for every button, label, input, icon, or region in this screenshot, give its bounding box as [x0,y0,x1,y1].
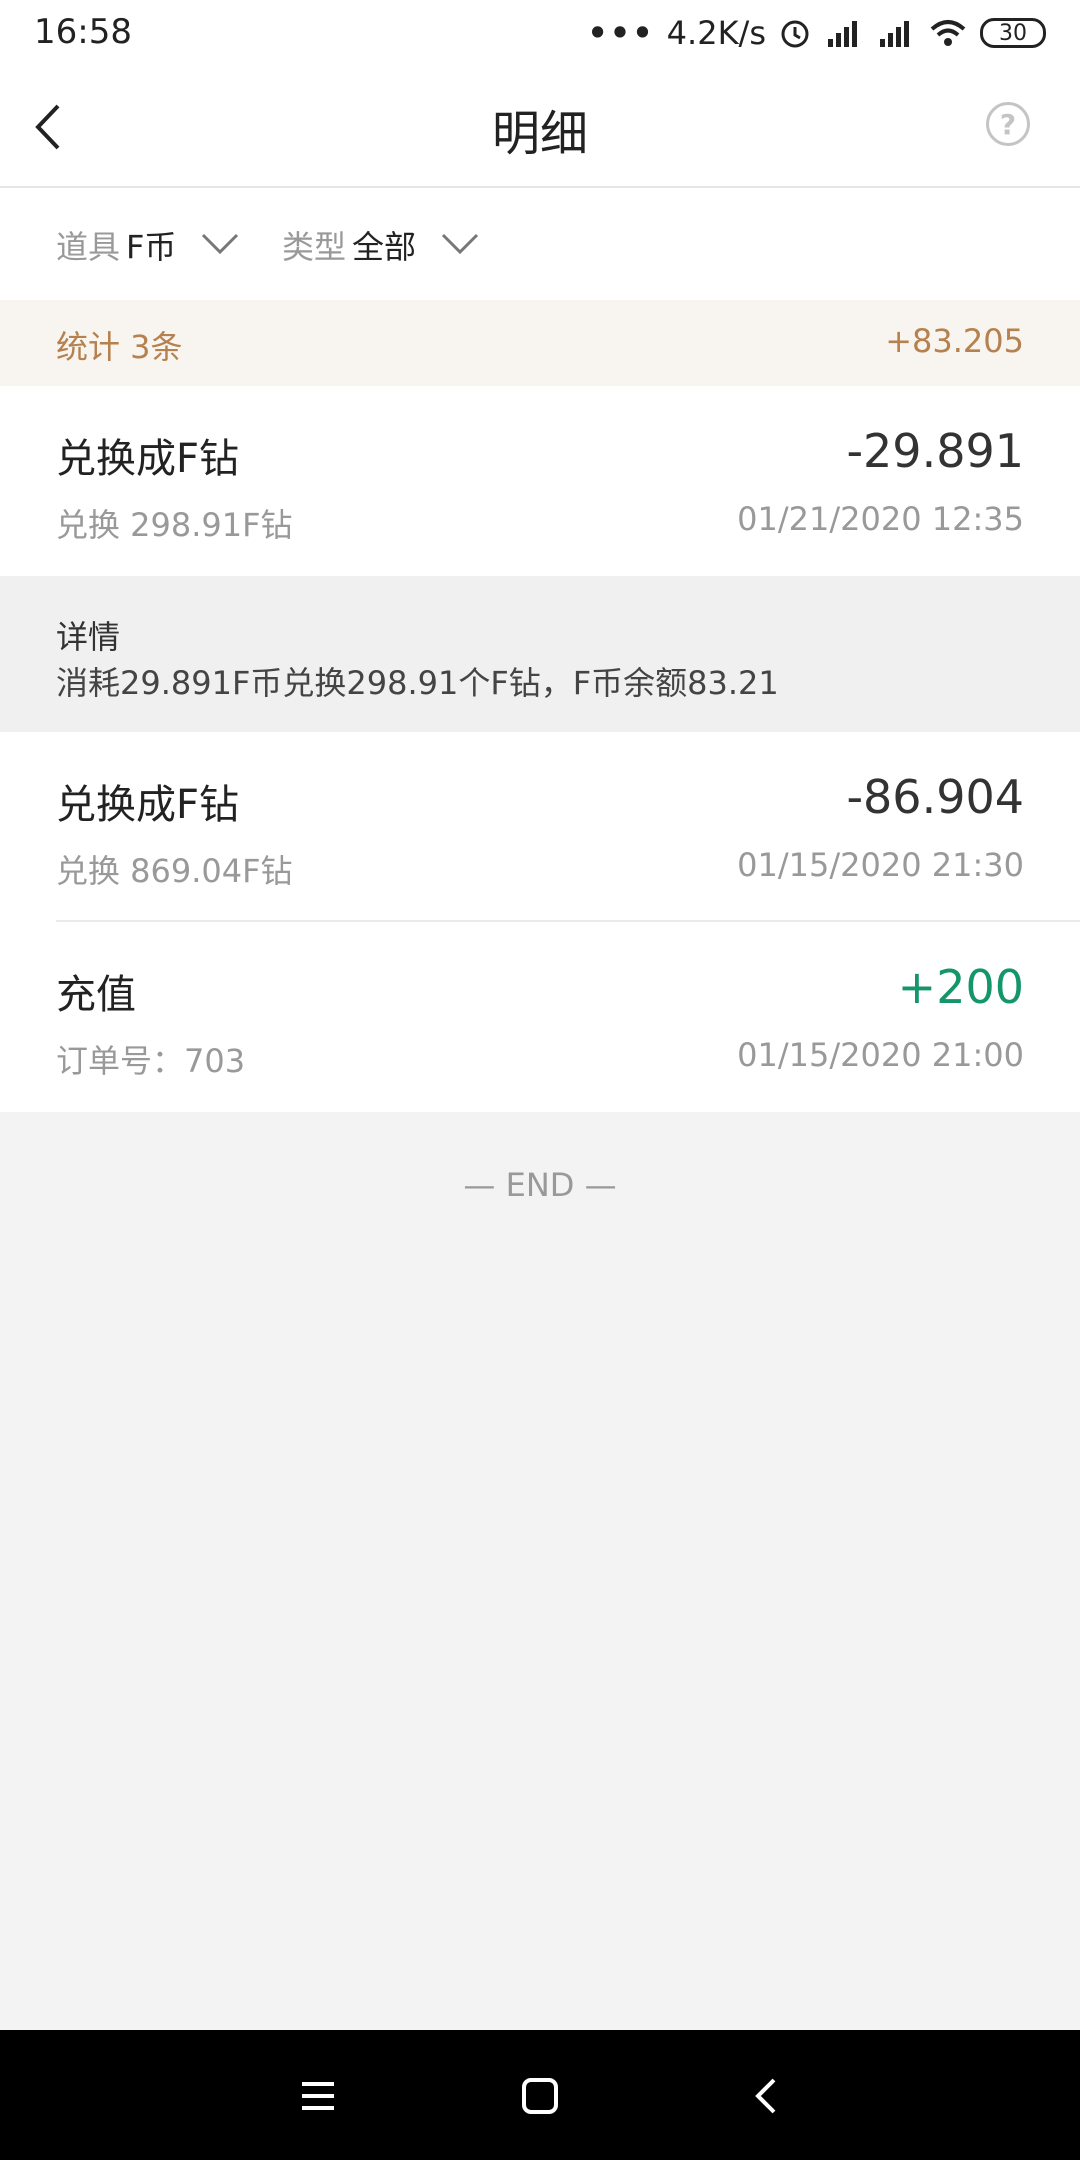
type-filter-dropdown[interactable]: 类型 全部 [282,222,480,268]
summary-bar: 统计 3条 +83.205 [0,300,1080,386]
record-subtitle: 兑换 298.91F钻 [56,506,293,544]
list-item[interactable]: 兑换成F钻 -29.891 兑换 298.91F钻 01/21/2020 12:… [0,386,1080,576]
record-title: 兑换成F钻 [56,436,240,482]
record-title: 兑换成F钻 [56,782,240,828]
status-icons: ••• 4.2K/s 30 [587,14,1046,52]
chevron-down-icon [176,226,240,264]
detail-label: 详情 [56,618,121,656]
item-filter-label: 道具 [56,228,121,266]
list-item[interactable]: 充值 +200 订单号：703 01/15/2020 21:00 [0,922,1080,1112]
battery-icon: 30 [980,18,1046,48]
list-item[interactable]: 兑换成F钻 -86.904 兑换 869.04F钻 01/15/2020 21:… [0,732,1080,922]
filter-bar: 道具 F币 类型 全部 [0,188,1080,300]
summary-count: 统计 3条 [56,328,183,366]
header: 明细 ? [0,66,1080,188]
type-filter-label: 类型 [282,228,347,266]
item-filter-dropdown[interactable]: 道具 F币 [56,222,240,268]
record-amount: -29.891 [846,424,1024,478]
record-subtitle: 兑换 869.04F钻 [56,852,293,890]
record-title: 充值 [56,972,136,1018]
status-bar: 16:58 ••• 4.2K/s 30 [0,0,1080,66]
system-nav-bar [0,2030,1080,2160]
type-filter-value: 全部 [352,228,417,266]
summary-total: +83.205 [885,322,1024,360]
wifi-icon [928,17,968,49]
record-amount: +200 [897,960,1024,1014]
signal-hd-icon [876,17,916,49]
list-end-marker: — END — [463,1166,617,1204]
alarm-icon [778,16,812,50]
home-icon[interactable] [518,2074,562,2118]
detail-text: 消耗29.891F币兑换298.91个F钻，F币余额83.21 [56,664,779,702]
record-amount: -86.904 [846,770,1024,824]
record-datetime: 01/15/2020 21:00 [737,1036,1024,1074]
record-datetime: 01/21/2020 12:35 [737,500,1024,538]
page-title: 明细 [491,106,588,162]
more-dots: ••• [587,14,655,52]
record-datetime: 01/15/2020 21:30 [737,846,1024,884]
signal-hd-icon [824,17,864,49]
back-icon[interactable] [746,2074,790,2118]
menu-icon[interactable] [296,2074,340,2118]
status-time: 16:58 [34,12,132,52]
chevron-down-icon [416,226,480,264]
record-subtitle: 订单号：703 [56,1042,246,1080]
help-circle-icon[interactable]: ? [986,102,1030,146]
net-speed: 4.2K/s [666,14,766,52]
record-detail-panel: 详情 消耗29.891F币兑换298.91个F钻，F币余额83.21 [0,576,1080,732]
item-filter-value: F币 [126,228,177,266]
